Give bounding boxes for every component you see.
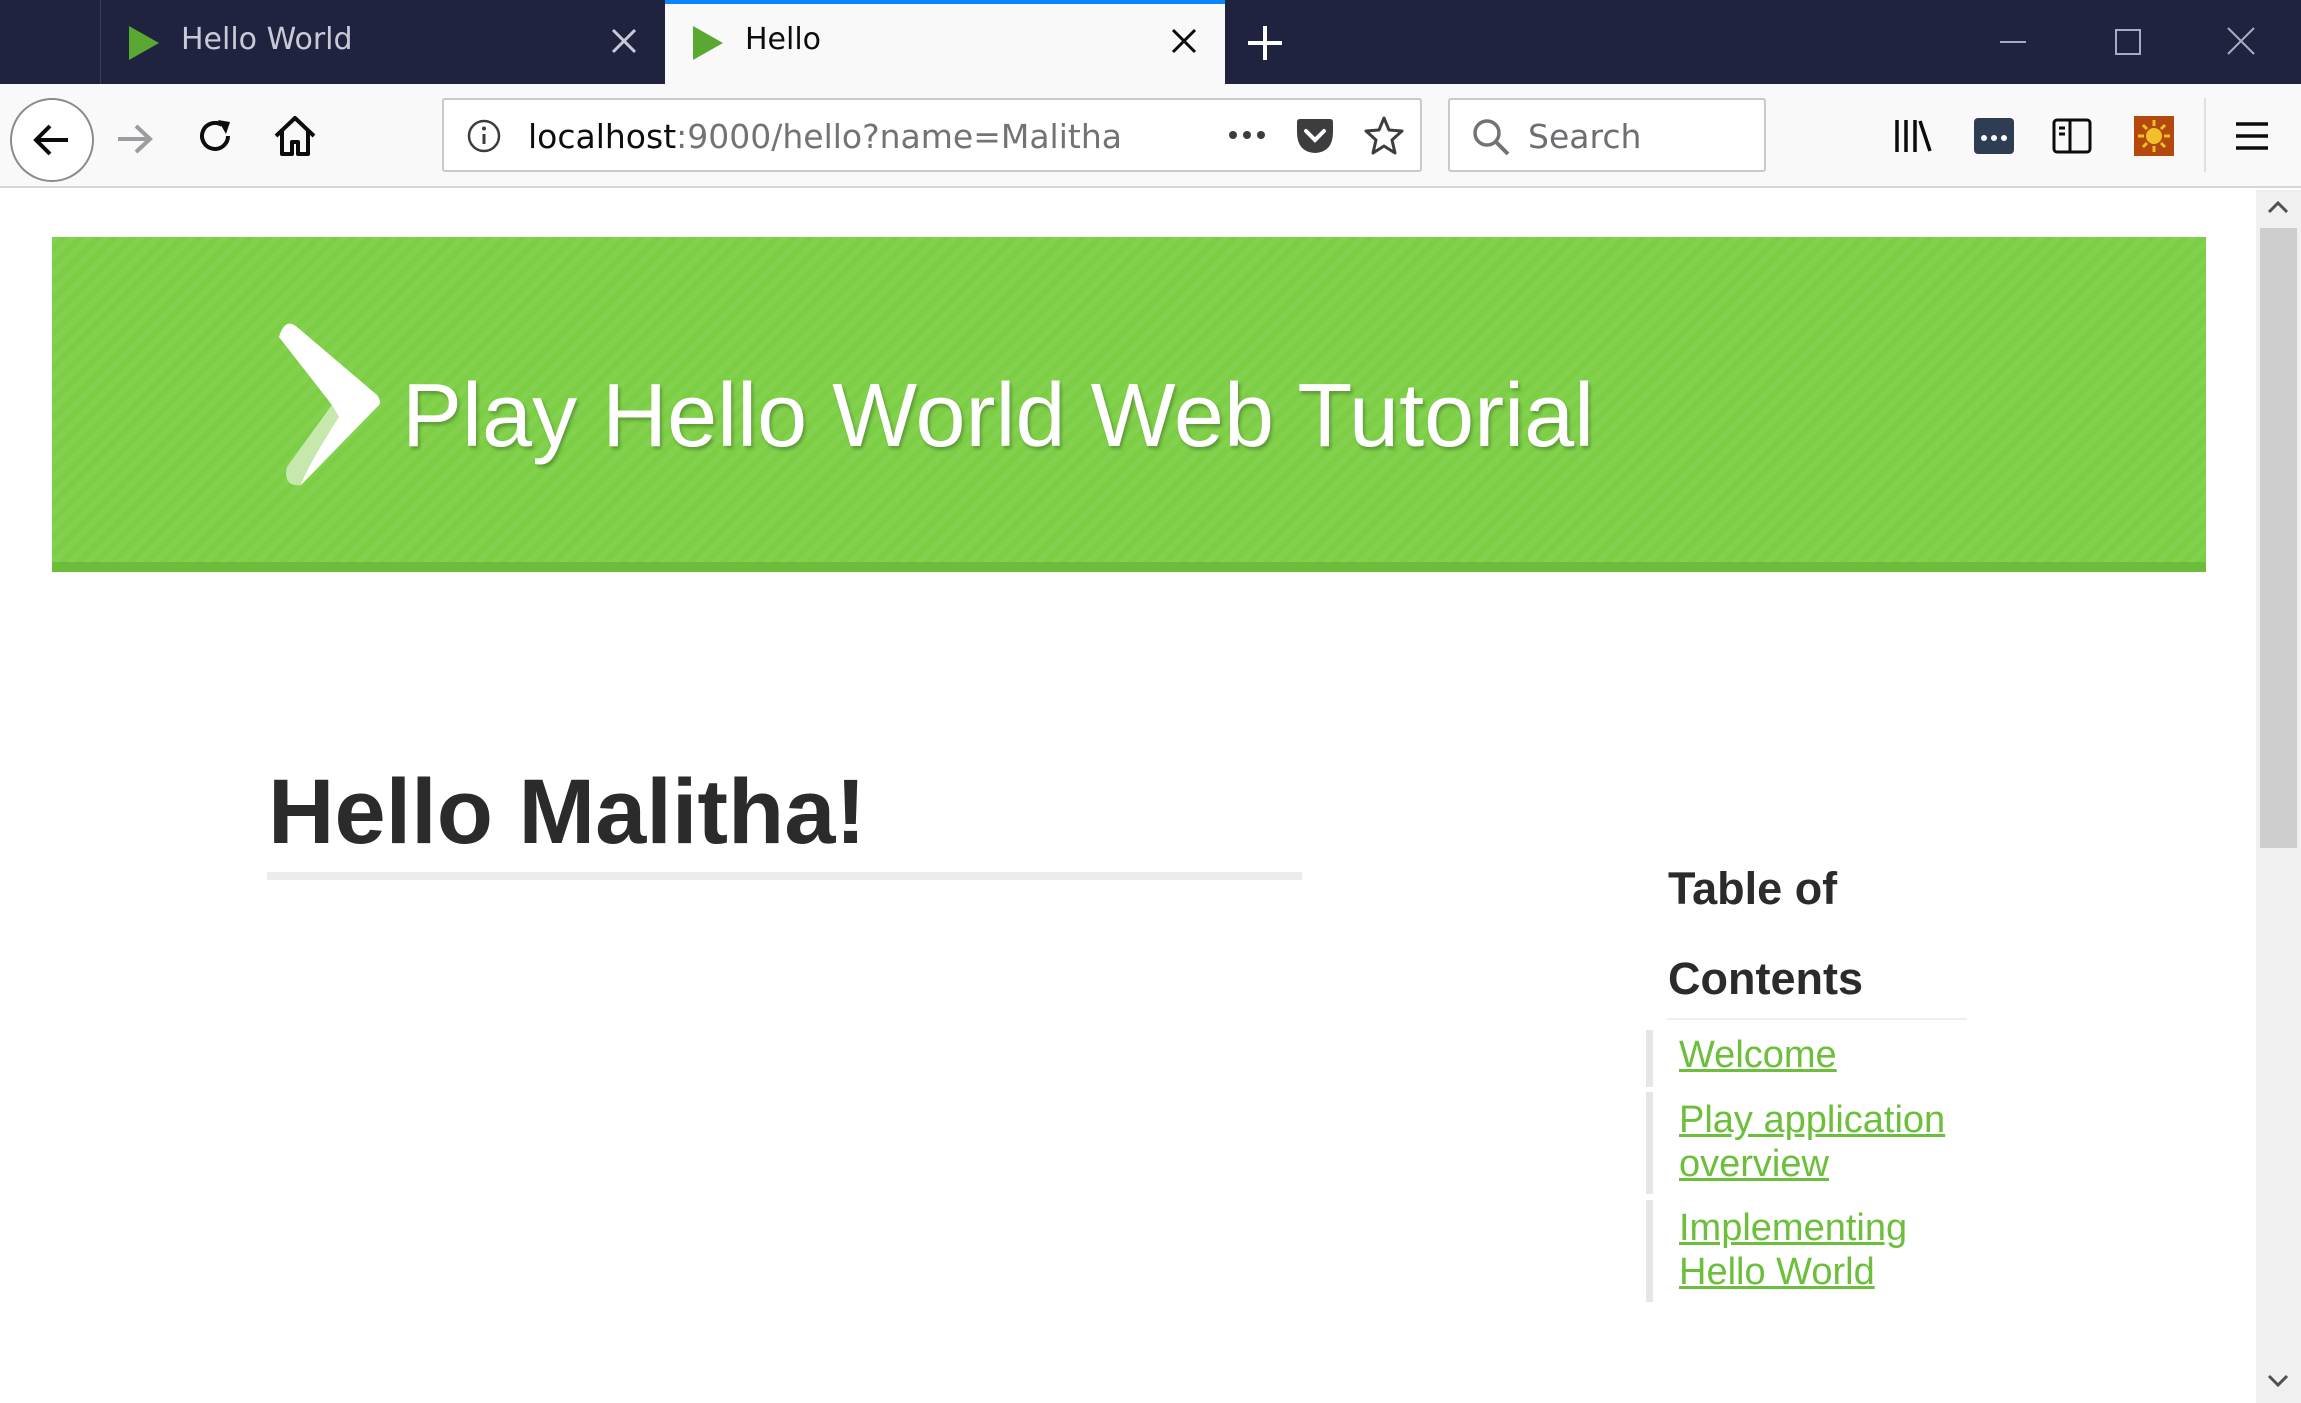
sun-extension-icon[interactable]: [2132, 114, 2176, 158]
tab-hello-world[interactable]: Hello World: [100, 0, 665, 84]
tab-title: Hello: [745, 22, 822, 57]
tab-title: Hello World: [181, 22, 353, 57]
toolbar-divider: [2204, 98, 2206, 172]
url-bar[interactable]: localhost:9000/hello?name=Malitha: [442, 98, 1422, 172]
url-path: :9000/hello?name=Malitha: [676, 117, 1122, 156]
toc-divider: [1667, 1018, 1967, 1020]
navigation-toolbar: localhost:9000/hello?name=Malitha Search: [0, 84, 2301, 188]
tab-hello[interactable]: Hello: [665, 0, 1225, 86]
browser-tab-bar: Hello World Hello: [0, 0, 2301, 86]
pocket-icon[interactable]: [1294, 116, 1336, 156]
password-manager-extension-icon[interactable]: [1972, 114, 2016, 158]
toc-item-welcome: Welcome: [1646, 1030, 1976, 1087]
play-logo-icon: [279, 323, 380, 486]
scroll-up-arrow-icon[interactable]: [2264, 196, 2292, 218]
new-tab-plus-icon[interactable]: [1240, 18, 1290, 68]
toc-item-overview: Play application overview: [1646, 1092, 1976, 1194]
bookmark-star-icon[interactable]: [1362, 114, 1406, 158]
hamburger-menu-icon[interactable]: [2232, 116, 2272, 156]
toc-item-implementing: Implementing Hello World: [1646, 1200, 1976, 1302]
page-actions-more-icon[interactable]: [1224, 120, 1270, 150]
info-icon[interactable]: [466, 118, 502, 154]
close-tab-icon[interactable]: [609, 26, 639, 56]
minimize-window-icon[interactable]: [1978, 14, 2048, 70]
scrollbar-thumb[interactable]: [2260, 228, 2297, 848]
page-banner: Play Hello World Web Tutorial: [52, 237, 2206, 572]
toc-link-implementing-hello-world[interactable]: Implementing Hello World: [1679, 1207, 1907, 1293]
toc-title: Table of Contents: [1668, 863, 1863, 1004]
play-favicon-icon: [693, 26, 723, 60]
search-placeholder: Search: [1528, 117, 1642, 156]
reload-icon[interactable]: [192, 114, 240, 162]
url-text[interactable]: localhost:9000/hello?name=Malitha: [528, 117, 1122, 156]
sidebar-toggle-icon[interactable]: [2050, 114, 2094, 158]
search-icon: [1473, 119, 1510, 156]
toc-link-welcome[interactable]: Welcome: [1679, 1034, 1837, 1076]
back-button[interactable]: [10, 98, 94, 182]
close-tab-icon[interactable]: [1169, 26, 1199, 56]
scroll-down-arrow-icon[interactable]: [2264, 1370, 2292, 1392]
maximize-window-icon[interactable]: [2092, 14, 2162, 70]
toc-link-play-application-overview[interactable]: Play application overview: [1679, 1099, 1945, 1185]
forward-arrow-icon[interactable]: [112, 116, 158, 162]
search-field[interactable]: Search: [1448, 98, 1766, 172]
library-icon[interactable]: [1892, 114, 1938, 158]
url-host: localhost: [528, 117, 677, 156]
banner-title: Play Hello World Web Tutorial: [402, 366, 1595, 466]
arrow-left-icon: [33, 124, 68, 156]
page-heading: Hello Malitha!: [268, 761, 867, 863]
close-window-icon[interactable]: [2206, 14, 2276, 70]
play-favicon-icon: [129, 26, 159, 60]
home-icon[interactable]: [270, 112, 320, 162]
heading-underline: [267, 872, 1302, 880]
